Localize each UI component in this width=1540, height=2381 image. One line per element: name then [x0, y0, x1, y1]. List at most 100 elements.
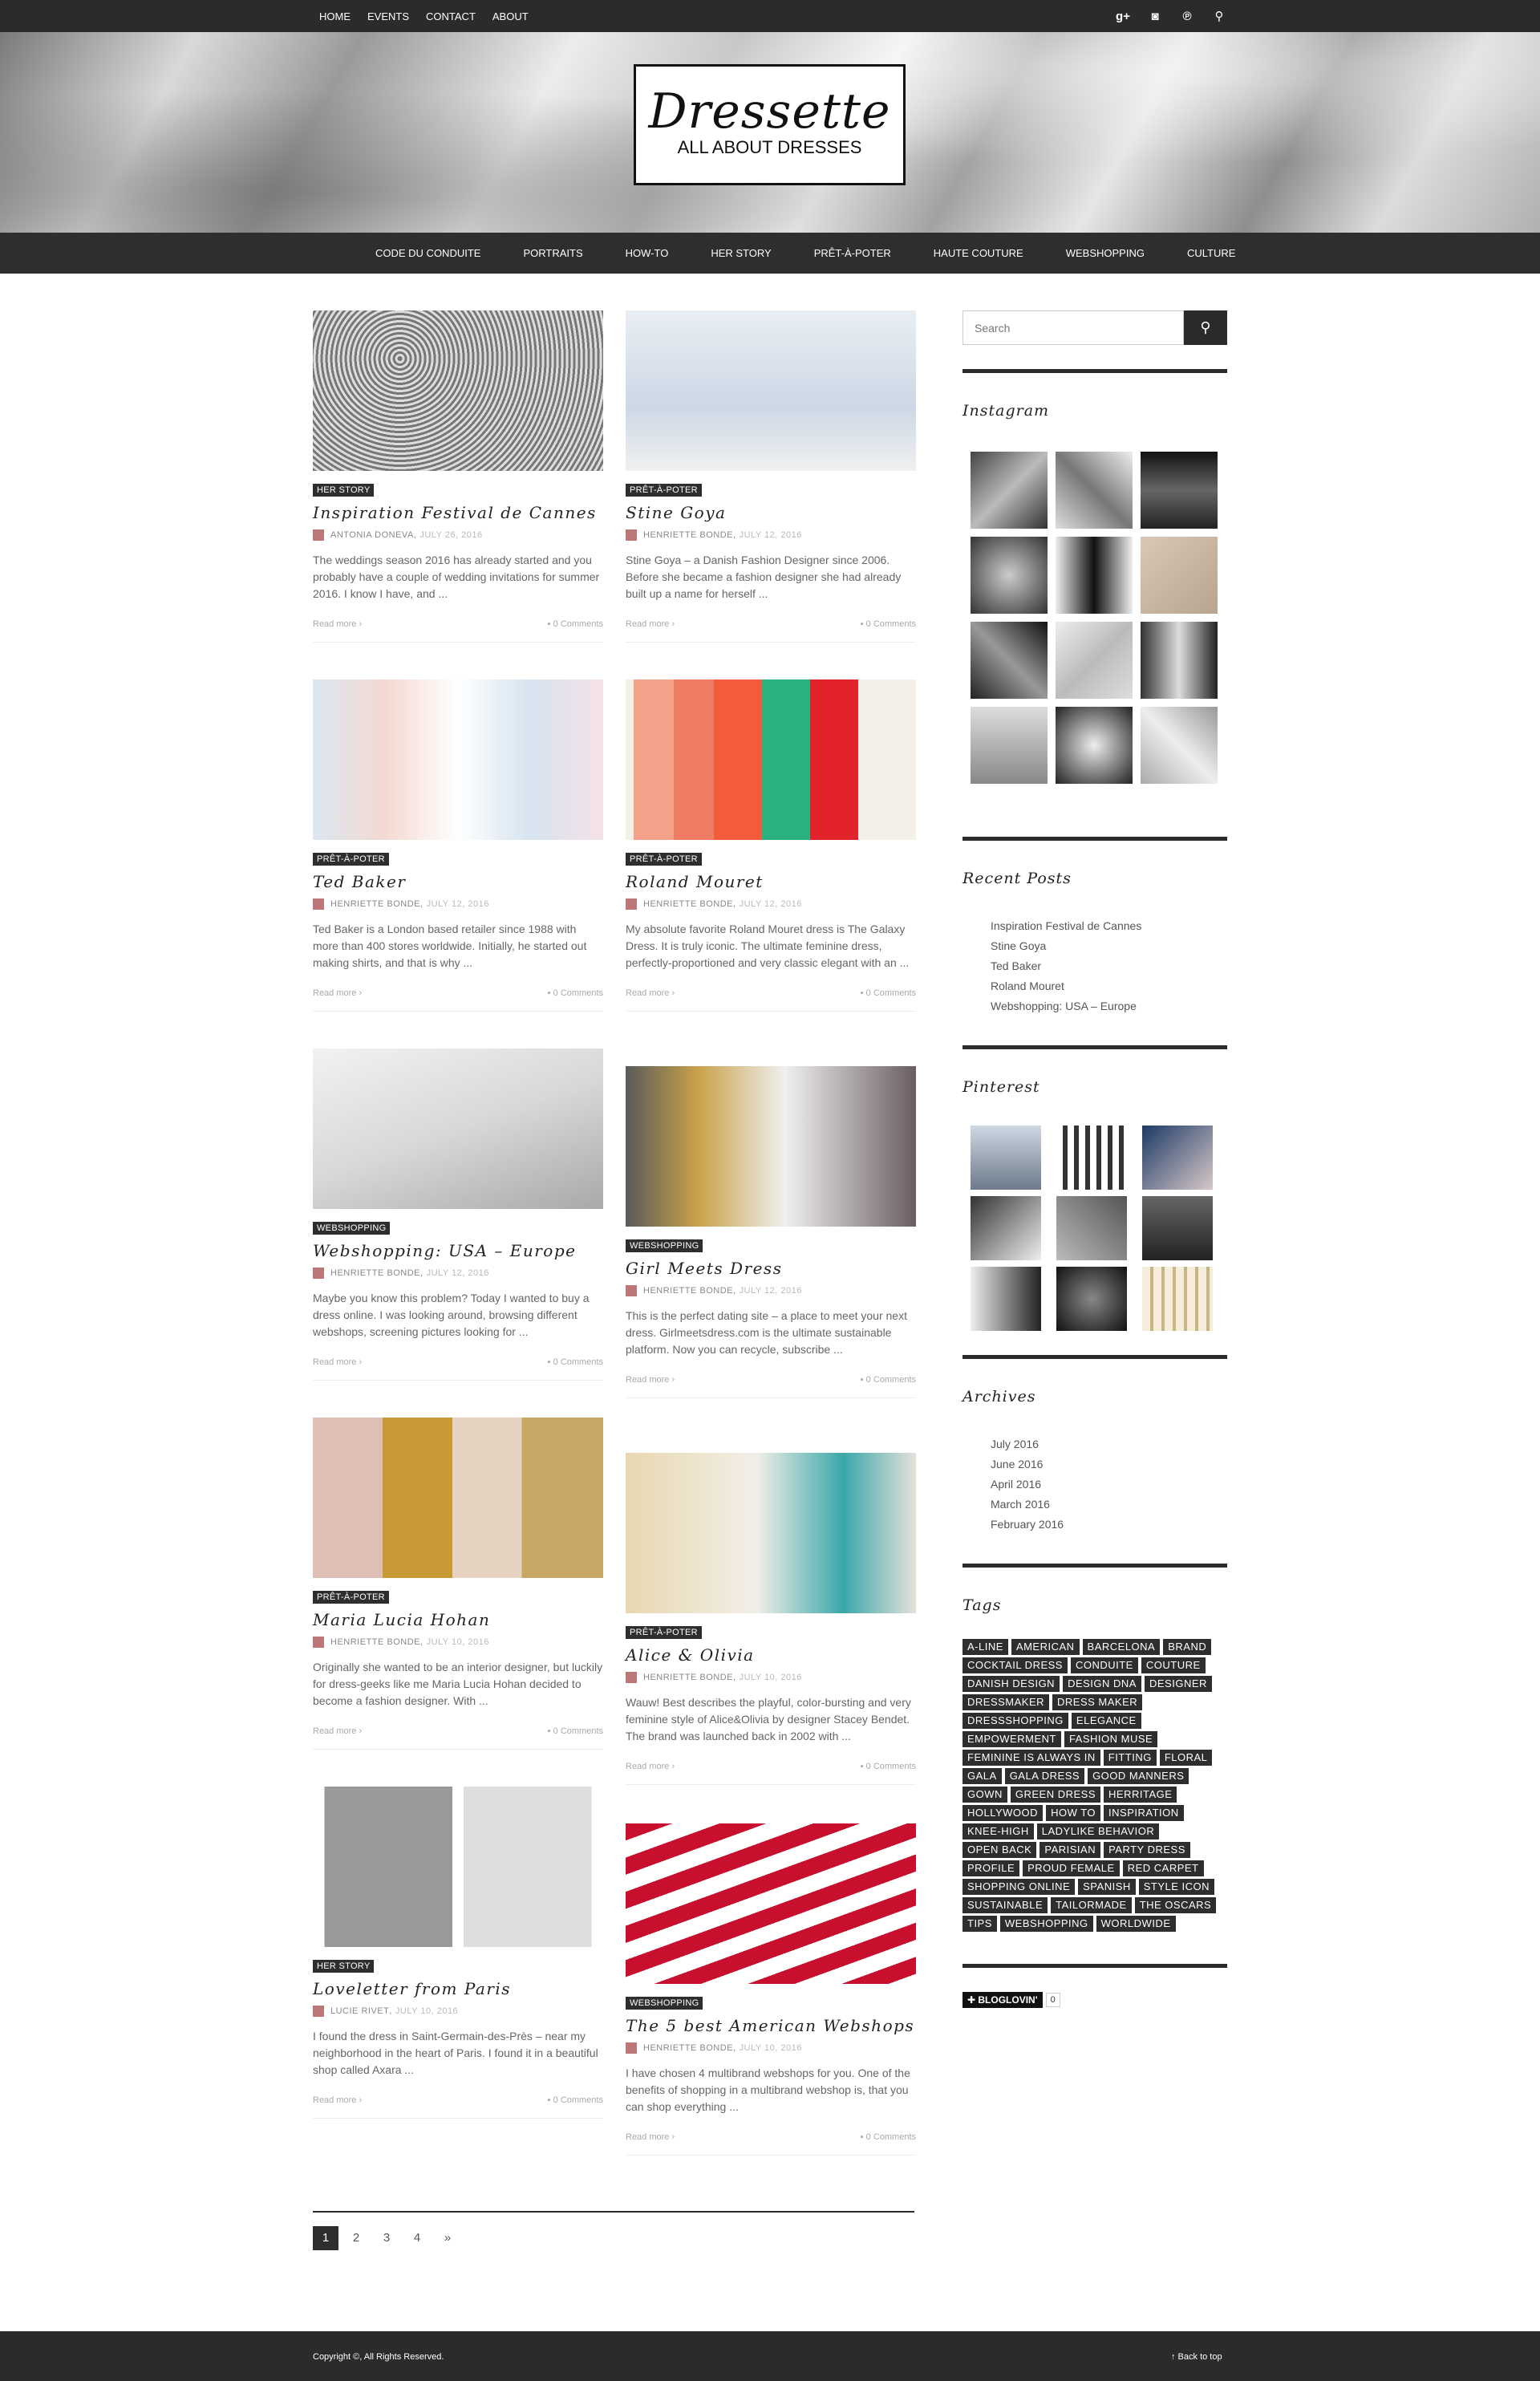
archive-link[interactable]: June 2016	[991, 1454, 1227, 1474]
post-image[interactable]	[626, 1823, 916, 1984]
tag-link[interactable]: PROFILE	[962, 1860, 1020, 1876]
tag-link[interactable]: SHOPPING ONLINE	[962, 1879, 1076, 1895]
tag-link[interactable]: GREEN DRESS	[1010, 1787, 1101, 1803]
read-more-link[interactable]: Read more	[626, 988, 675, 998]
tag-link[interactable]: DESIGN DNA	[1063, 1676, 1141, 1692]
read-more-link[interactable]: Read more	[313, 619, 362, 629]
recent-post-link[interactable]: Stine Goya	[991, 936, 1227, 956]
back-to-top-link[interactable]: ↑ Back to top	[1171, 2352, 1222, 2362]
pinterest-pin[interactable]	[971, 1126, 1041, 1190]
tag-link[interactable]: GOOD MANNERS	[1088, 1768, 1189, 1784]
tag-link[interactable]: WEBSHOPPING	[999, 1916, 1093, 1932]
post-author[interactable]: HENRIETTE BONDE	[330, 1637, 420, 1647]
post-image[interactable]	[313, 1418, 603, 1578]
instagram-photo[interactable]	[1141, 537, 1218, 614]
nav-home[interactable]: HOME	[319, 10, 351, 22]
tag-link[interactable]: PROUD FEMALE	[1023, 1860, 1120, 1876]
post-image[interactable]	[626, 1453, 916, 1613]
comments-link[interactable]: 0 Comments	[548, 988, 603, 998]
tag-link[interactable]: HOLLYWOOD	[962, 1805, 1044, 1821]
tag-link[interactable]: BRAND	[1163, 1639, 1212, 1655]
tag-link[interactable]: SPANISH	[1078, 1879, 1136, 1895]
pinterest-pin[interactable]	[971, 1196, 1041, 1260]
tag-link[interactable]: TAILORMADE	[1051, 1897, 1132, 1913]
tag-link[interactable]: OPEN BACK	[962, 1842, 1037, 1858]
tag-link[interactable]: INSPIRATION	[1104, 1805, 1184, 1821]
tag-link[interactable]: PARTY DRESS	[1104, 1842, 1190, 1858]
archive-link[interactable]: March 2016	[991, 1495, 1227, 1515]
tag-link[interactable]: FEMININE IS ALWAYS IN	[962, 1750, 1100, 1766]
post-title[interactable]: Alice & Olivia	[626, 1645, 916, 1665]
pinterest-pin[interactable]	[1142, 1196, 1213, 1260]
instagram-photo[interactable]	[1141, 707, 1218, 784]
tag-link[interactable]: FLORAL	[1159, 1750, 1213, 1766]
comments-link[interactable]: 0 Comments	[548, 1726, 603, 1736]
pinterest-pin[interactable]	[1056, 1196, 1127, 1260]
post-image[interactable]	[626, 1066, 916, 1227]
tag-link[interactable]: AMERICAN	[1011, 1639, 1080, 1655]
tag-link[interactable]: DRESSSHOPPING	[962, 1713, 1068, 1729]
post-author[interactable]: HENRIETTE BONDE	[643, 1673, 733, 1682]
tag-link[interactable]: HERRITAGE	[1104, 1787, 1177, 1803]
recent-post-link[interactable]: Webshopping: USA – Europe	[991, 996, 1227, 1016]
tag-link[interactable]: LADYLIKE BEHAVIOR	[1036, 1823, 1160, 1839]
tag-link[interactable]: THE OSCARS	[1134, 1897, 1217, 1913]
read-more-link[interactable]: Read more	[313, 1357, 362, 1367]
page-3[interactable]: 3	[374, 2226, 399, 2250]
post-category-badge[interactable]: WEBSHOPPING	[626, 1997, 703, 2010]
tag-link[interactable]: DANISH DESIGN	[962, 1676, 1060, 1692]
tag-link[interactable]: HOW TO	[1046, 1805, 1101, 1821]
recent-post-link[interactable]: Ted Baker	[991, 956, 1227, 976]
archive-link[interactable]: February 2016	[991, 1515, 1227, 1535]
read-more-link[interactable]: Read more	[626, 1375, 675, 1385]
post-author[interactable]: HENRIETTE BONDE	[330, 899, 420, 909]
tag-link[interactable]: GALA DRESS	[1004, 1768, 1085, 1784]
tag-link[interactable]: STYLE ICON	[1138, 1879, 1215, 1895]
post-author[interactable]: HENRIETTE BONDE	[643, 2043, 733, 2053]
tag-link[interactable]: COUTURE	[1141, 1657, 1206, 1673]
google-plus-icon[interactable]: g+	[1107, 10, 1139, 23]
tag-link[interactable]: BARCELONA	[1082, 1639, 1161, 1655]
post-title[interactable]: Loveletter from Paris	[313, 1979, 603, 1998]
post-author[interactable]: HENRIETTE BONDE	[643, 1286, 733, 1296]
post-title[interactable]: Girl Meets Dress	[626, 1259, 916, 1278]
comments-link[interactable]: 0 Comments	[548, 1357, 603, 1367]
search-button[interactable]: ⚲	[1184, 310, 1227, 345]
tag-link[interactable]: FASHION MUSE	[1064, 1731, 1158, 1747]
post-image[interactable]	[626, 310, 916, 471]
tag-link[interactable]: PARISIAN	[1040, 1842, 1101, 1858]
instagram-photo[interactable]	[1056, 452, 1133, 529]
site-logo[interactable]: Dressette ALL ABOUT DRESSES	[634, 64, 906, 185]
pinterest-pin[interactable]	[1142, 1267, 1213, 1331]
post-author[interactable]: ANTONIA DONEVA	[330, 530, 414, 540]
post-title[interactable]: Ted Baker	[313, 872, 603, 891]
comments-link[interactable]: 0 Comments	[861, 988, 916, 998]
search-icon[interactable]: ⚲	[1203, 9, 1235, 23]
archive-link[interactable]: April 2016	[991, 1474, 1227, 1495]
page-1[interactable]: 1	[313, 2226, 338, 2250]
tag-link[interactable]: GALA	[962, 1768, 1002, 1784]
cat-webshopping[interactable]: WEBSHOPPING	[1066, 247, 1145, 259]
pinterest-pin[interactable]	[1142, 1126, 1213, 1190]
post-category-badge[interactable]: PRÊT-À-POTER	[313, 853, 389, 866]
post-title[interactable]: Maria Lucia Hohan	[313, 1610, 603, 1629]
post-author[interactable]: LUCIE RIVET	[330, 2006, 389, 2016]
search-input[interactable]	[962, 310, 1184, 345]
instagram-icon[interactable]: ◙	[1139, 10, 1171, 23]
read-more-link[interactable]: Read more	[626, 619, 675, 629]
comments-link[interactable]: 0 Comments	[861, 619, 916, 629]
tag-link[interactable]: DRESSMAKER	[962, 1694, 1050, 1710]
post-category-badge[interactable]: WEBSHOPPING	[313, 1222, 391, 1235]
tag-link[interactable]: GOWN	[962, 1787, 1007, 1803]
pinterest-pin[interactable]	[971, 1267, 1041, 1331]
comments-link[interactable]: 0 Comments	[861, 2132, 916, 2142]
tag-link[interactable]: TIPS	[962, 1916, 997, 1932]
comments-link[interactable]: 0 Comments	[548, 619, 603, 629]
instagram-photo[interactable]	[1056, 707, 1133, 784]
pinterest-icon[interactable]: ℗	[1171, 10, 1203, 23]
pinterest-pin[interactable]	[1056, 1126, 1127, 1190]
comments-link[interactable]: 0 Comments	[548, 2095, 603, 2105]
read-more-link[interactable]: Read more	[313, 1726, 362, 1736]
cat-portraits[interactable]: PORTRAITS	[523, 247, 582, 259]
post-category-badge[interactable]: HER STORY	[313, 484, 375, 497]
